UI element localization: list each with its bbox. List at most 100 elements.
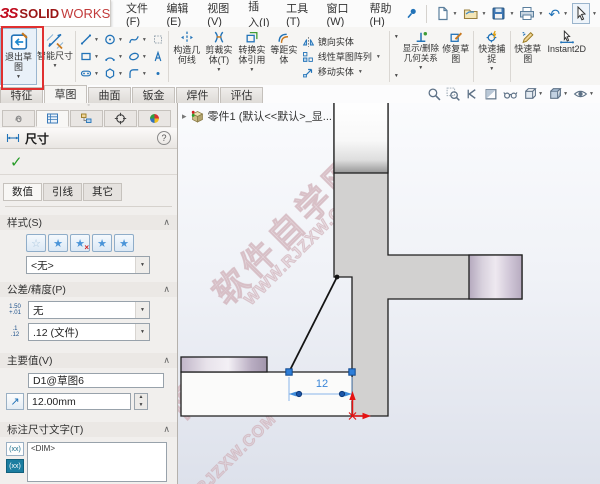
style-section-header[interactable]: 样式(S) ∧ xyxy=(0,215,177,230)
tab-surfaces[interactable]: 曲面 xyxy=(88,87,131,103)
print-caret-icon[interactable]: ▼ xyxy=(538,11,543,17)
pin-menu-icon[interactable] xyxy=(404,6,419,22)
text-tool[interactable] xyxy=(152,49,164,65)
smart-dimension-button[interactable]: 智能尺寸 ▼ xyxy=(37,28,73,85)
section-view-button[interactable] xyxy=(484,87,498,101)
arc-tool[interactable]: ▼ xyxy=(104,49,126,65)
display-manager-tab[interactable] xyxy=(138,110,171,127)
ok-check-button[interactable]: ✓ xyxy=(10,153,23,171)
circle-tool[interactable]: ▼ xyxy=(104,32,126,48)
sketch-endpoint[interactable] xyxy=(334,274,340,280)
rectangle-tool[interactable]: ▼ xyxy=(80,49,102,65)
base-cylinder[interactable] xyxy=(180,356,268,373)
dimension-text-header[interactable]: 标注尺寸文字(T) ∧ xyxy=(0,422,177,437)
undo-button[interactable]: ↶ xyxy=(547,5,561,23)
collapse-chevron-icon[interactable]: ∧ xyxy=(163,284,170,295)
menu-file[interactable]: 文件(F) xyxy=(119,0,157,31)
quick-snaps-caret-icon[interactable]: ▼ xyxy=(489,66,494,72)
select-tool-button[interactable] xyxy=(572,3,591,24)
configuration-manager-tab[interactable] xyxy=(70,110,103,127)
view-settings-button[interactable] xyxy=(503,87,518,101)
previous-view-button[interactable] xyxy=(465,87,479,101)
dim-text-token-filled-button[interactable]: (xx) xyxy=(6,459,24,473)
overflow-caret-icon[interactable]: ▼ xyxy=(394,73,399,79)
menu-window[interactable]: 窗口(W) xyxy=(320,0,361,31)
exit-sketch-caret-icon[interactable]: ▼ xyxy=(16,74,21,80)
exit-sketch-button[interactable]: 退出草图 ▼ xyxy=(0,28,37,85)
feature-tree-root-label[interactable]: 零件1 (默认<<默认>_显... xyxy=(208,108,332,124)
slot-caret-icon[interactable]: ▼ xyxy=(94,71,99,77)
menu-tools[interactable]: 工具(T) xyxy=(279,0,317,31)
dimension-name-field[interactable]: D1@草图6 xyxy=(28,373,164,388)
help-icon[interactable]: ? xyxy=(157,131,171,145)
menu-help[interactable]: 帮助(H) xyxy=(362,0,401,31)
collapse-chevron-icon[interactable]: ∧ xyxy=(163,355,170,366)
hide-show-caret-icon[interactable]: ▼ xyxy=(589,91,594,97)
tab-weldments[interactable]: 焊件 xyxy=(176,87,219,103)
subtab-other[interactable]: 其它 xyxy=(83,183,122,201)
trim-entities-button[interactable]: 剪裁实体(T) ▼ xyxy=(203,28,235,85)
move-entities-button[interactable]: 移动实体 ▼ xyxy=(302,65,384,78)
point-tool[interactable] xyxy=(152,66,164,82)
style-dropdown[interactable]: <无> ▼ xyxy=(26,256,150,274)
menu-edit[interactable]: 编辑(E) xyxy=(159,0,198,31)
tab-evaluate[interactable]: 评估 xyxy=(220,87,263,103)
rapid-sketch-button[interactable]: 快速草图 xyxy=(513,28,543,85)
spinner-down-icon[interactable]: ▼ xyxy=(135,401,147,409)
zoom-fit-button[interactable] xyxy=(427,87,441,101)
panel-resize-handle[interactable]: ◦ xyxy=(0,103,177,110)
arc-caret-icon[interactable]: ▼ xyxy=(118,54,123,60)
polygon-tool[interactable]: ▼ xyxy=(104,66,126,82)
line-caret-icon[interactable]: ▼ xyxy=(94,37,99,43)
print-button[interactable] xyxy=(518,4,536,23)
collapse-chevron-icon[interactable]: ∧ xyxy=(163,424,170,435)
fillet-tool[interactable]: ▼ xyxy=(128,66,150,82)
slot-tool[interactable]: ▼ xyxy=(80,66,102,82)
tab-sheet-metal[interactable]: 钣金 xyxy=(132,87,175,103)
construction-geometry-button[interactable]: 构造几何线 xyxy=(171,28,203,85)
display-relations-caret-icon[interactable]: ▼ xyxy=(418,65,423,71)
tree-expand-arrow-icon[interactable]: ▸ xyxy=(182,111,187,122)
save-caret-icon[interactable]: ▼ xyxy=(509,11,514,17)
instant2d-button[interactable]: Instant2D xyxy=(543,28,591,85)
primary-value-header[interactable]: 主要值(V) ∧ xyxy=(0,353,177,368)
precision-caret-icon[interactable]: ▼ xyxy=(135,324,149,340)
graphics-area[interactable]: 软件自学网 WWW.RJZXW.COM 软件自学网 WWW.RJZXW.COM xyxy=(178,103,600,484)
overflow-caret-icon[interactable]: ▼ xyxy=(394,34,399,40)
precision-dropdown[interactable]: .12 (文件) ▼ xyxy=(28,323,150,341)
sketch-picture-tool[interactable] xyxy=(152,32,164,48)
trim-caret-icon[interactable]: ▼ xyxy=(216,67,221,73)
dimension-handle[interactable] xyxy=(338,390,346,398)
dimension-value-field[interactable]: 12.00mm xyxy=(27,393,131,410)
undo-caret-icon[interactable]: ▼ xyxy=(563,11,568,17)
open-button[interactable] xyxy=(462,4,480,23)
linear-pattern-caret-icon[interactable]: ▼ xyxy=(376,54,381,60)
menu-view[interactable]: 视图(V) xyxy=(200,0,239,31)
overflow-carets[interactable]: ▼ ▼ xyxy=(392,28,401,85)
save-style-button[interactable]: ★ xyxy=(92,234,112,252)
dimension-text-input[interactable]: <DIM> xyxy=(27,442,167,482)
rectangle-caret-icon[interactable]: ▼ xyxy=(94,54,99,60)
circle-caret-icon[interactable]: ▼ xyxy=(118,37,123,43)
load-style-button[interactable]: ★ xyxy=(114,234,134,252)
select-caret-icon[interactable]: ▼ xyxy=(592,11,597,17)
view-orientation-button[interactable]: ▼ xyxy=(523,87,543,101)
display-style-caret-icon[interactable]: ▼ xyxy=(563,91,568,97)
mirror-entities-button[interactable]: 镜向实体 xyxy=(302,35,384,48)
style-dropdown-caret-icon[interactable]: ▼ xyxy=(135,257,149,273)
spinner-up-icon[interactable]: ▲ xyxy=(135,394,147,402)
feature-manager-tab[interactable] xyxy=(2,110,35,127)
zoom-area-button[interactable] xyxy=(446,87,461,101)
feature-tree-root[interactable]: ▸ 零件1 (默认<<默认>_显... xyxy=(182,108,332,124)
dimension-handle[interactable] xyxy=(295,390,303,398)
save-button[interactable] xyxy=(490,4,507,23)
hide-show-items-button[interactable]: ▼ xyxy=(573,87,594,101)
subtab-leaders[interactable]: 引线 xyxy=(43,183,82,201)
convert-entities-button[interactable]: 转换实体引用 ▼ xyxy=(235,28,269,85)
apply-default-style-button[interactable]: ☆ xyxy=(26,234,46,252)
spline-caret-icon[interactable]: ▼ xyxy=(142,37,147,43)
move-entities-caret-icon[interactable]: ▼ xyxy=(358,69,363,75)
view-orientation-caret-icon[interactable]: ▼ xyxy=(538,91,543,97)
add-style-button[interactable]: ★ xyxy=(48,234,68,252)
open-caret-icon[interactable]: ▼ xyxy=(482,11,487,17)
